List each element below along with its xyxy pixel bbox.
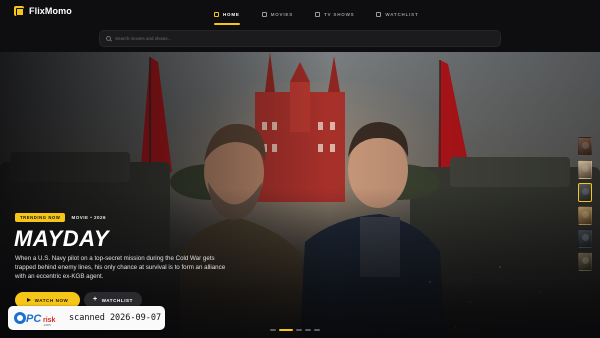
hero-description: When a U.S. Navy pilot on a top-secret m… bbox=[15, 255, 226, 280]
hero-meta-info: MOVIE • 2026 bbox=[71, 215, 107, 220]
tv-icon bbox=[315, 11, 321, 17]
trending-badge: TRENDING NOW bbox=[15, 213, 66, 222]
hero-thumbnail-active[interactable] bbox=[578, 183, 592, 202]
logo-icon bbox=[14, 6, 24, 16]
hero-thumbnail[interactable] bbox=[578, 160, 592, 179]
plus-icon: + bbox=[92, 296, 98, 303]
carousel-dot[interactable] bbox=[314, 329, 320, 331]
play-icon bbox=[26, 298, 31, 302]
hero-thumbnail[interactable] bbox=[578, 206, 592, 225]
nav-home[interactable]: HOME bbox=[214, 9, 240, 25]
hero-thumbnail[interactable] bbox=[578, 252, 592, 271]
watch-now-label: WATCH NOW bbox=[34, 297, 69, 303]
nav-watchlist-label: WATCHLIST bbox=[385, 11, 419, 17]
watermark-text: scanned 2026-09-07 bbox=[69, 313, 162, 323]
carousel-dot-active[interactable] bbox=[279, 329, 293, 331]
search-bar[interactable] bbox=[99, 30, 501, 47]
nav-watchlist[interactable]: WATCHLIST bbox=[376, 9, 418, 19]
watchlist-button-label: WATCHLIST bbox=[101, 297, 133, 303]
main-nav: HOME MOVIES TV SHOWS WATCHLIST bbox=[214, 9, 419, 25]
hero-thumbnail-strip bbox=[578, 137, 592, 271]
search-input[interactable] bbox=[115, 36, 495, 41]
carousel-dot[interactable] bbox=[305, 329, 311, 331]
svg-text:.com: .com bbox=[43, 323, 51, 327]
top-bar: FlixMomo HOME MOVIES TV SHOWS WATCHLIST bbox=[0, 0, 600, 52]
svg-text:PC: PC bbox=[26, 313, 42, 325]
hero-thumbnail[interactable] bbox=[578, 229, 592, 248]
carousel-dot[interactable] bbox=[296, 329, 302, 331]
hero-meta: TRENDING NOW MOVIE • 2026 bbox=[15, 213, 106, 222]
watermark: PC risk .com scanned 2026-09-07 bbox=[8, 306, 165, 330]
app-name: FlixMomo bbox=[29, 6, 72, 16]
carousel-dot[interactable] bbox=[270, 329, 276, 331]
carousel-pagination bbox=[270, 329, 320, 331]
nav-movies-label: MOVIES bbox=[270, 11, 294, 17]
nav-tv-shows[interactable]: TV SHOWS bbox=[315, 9, 354, 19]
hero-title: MAYDAY bbox=[14, 226, 110, 251]
hero-thumbnail[interactable] bbox=[578, 137, 592, 156]
home-icon bbox=[214, 11, 219, 17]
nav-movies[interactable]: MOVIES bbox=[261, 9, 294, 19]
app-logo[interactable]: FlixMomo bbox=[14, 6, 72, 16]
nav-home-label: HOME bbox=[223, 11, 240, 17]
nav-tv-shows-label: TV SHOWS bbox=[324, 11, 355, 17]
search-icon bbox=[106, 36, 111, 41]
film-icon bbox=[261, 11, 267, 17]
pcrisk-logo: PC risk .com bbox=[13, 309, 65, 327]
bookmark-icon bbox=[376, 11, 382, 17]
